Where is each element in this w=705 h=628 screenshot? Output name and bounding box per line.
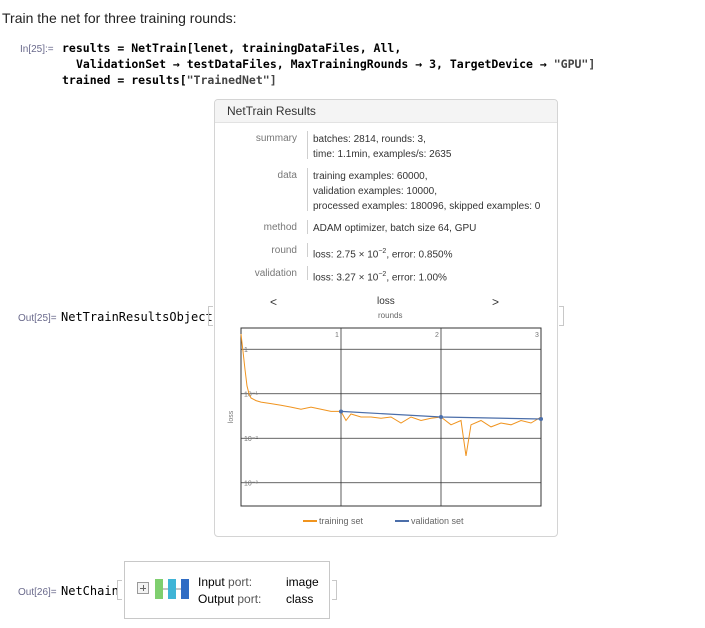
legend-label: training set <box>319 516 364 526</box>
code-line-2-string: "GPU"] <box>553 57 596 71</box>
y-tick-label: 1 <box>244 347 248 354</box>
output-port-value: class <box>286 592 314 606</box>
x-tick-label: 3 <box>535 332 539 339</box>
validation-point <box>339 409 343 414</box>
netchain-layers-icon <box>155 579 189 599</box>
expand-plus-icon[interactable] <box>137 582 149 594</box>
loss-chart: 110⁻¹10⁻²10⁻³1 2 3losstraining set validati… <box>228 327 543 526</box>
validation-error-text: , error: 1.00% <box>386 272 447 284</box>
round-error-text: , error: 0.850% <box>386 249 453 261</box>
panel-title: NetTrain Results <box>227 104 316 118</box>
row-value-validation: loss: 3.27 × 10−2, error: 1.00% <box>313 268 447 284</box>
code-line-3[interactable]: trained = results["TrainedNet"] <box>62 73 277 87</box>
input-port-suffix: port: <box>224 575 253 589</box>
nettrain-results-panel: NetTrain Results summary batches: 2814, … <box>214 99 558 537</box>
data-line-2: validation examples: 10000, <box>313 186 437 197</box>
output-bracket-left <box>208 306 213 326</box>
row-value-summary: batches: 2814, rounds: 3, time: 1.1min, … <box>313 133 451 161</box>
code-line-3-text: trained = results[ <box>62 73 187 87</box>
validation-point <box>539 417 543 422</box>
input-port-value: image <box>286 575 319 589</box>
row-label-method: method <box>263 222 297 233</box>
layer-block-icon <box>168 579 176 599</box>
output-head-26: NetChain <box>61 584 119 598</box>
netchain-bracket-left <box>117 580 122 600</box>
output-head-25: NetTrainResultsObject <box>61 310 213 324</box>
y-axis-label: loss <box>228 410 235 423</box>
output-bracket-right <box>559 306 564 326</box>
validation-point <box>439 415 443 419</box>
row-separator <box>307 266 308 280</box>
row-separator <box>307 131 308 159</box>
intro-text: Train the net for three training rounds: <box>2 10 237 26</box>
output-port-suffix: port: <box>234 592 262 606</box>
row-label-data: data <box>277 170 297 181</box>
summary-line-1: batches: 2814, rounds: 3, <box>313 134 426 145</box>
row-separator <box>307 220 308 234</box>
row-value-method: ADAM optimizer, batch size 64, GPU <box>313 223 477 234</box>
row-value-data: training examples: 60000, validation exa… <box>313 170 540 213</box>
row-separator <box>307 243 308 257</box>
row-label-round: round <box>271 245 297 256</box>
output-port-label: Output port: <box>198 592 261 606</box>
layer-block-icon <box>155 579 163 599</box>
code-line-1[interactable]: results = NetTrain[lenet, trainingDataFi… <box>62 41 401 55</box>
summary-line-2: time: 1.1min, examples/s: 2635 <box>313 149 452 160</box>
output-cell-label-25: Out[25]= <box>18 313 57 324</box>
code-line-2[interactable]: ValidationSet → testDataFiles, MaxTraini… <box>76 57 595 71</box>
x-tick-label: 2 <box>435 332 439 339</box>
legend-label: validation set <box>411 516 464 526</box>
input-port-key: Input <box>198 575 225 589</box>
row-label-validation: validation <box>254 268 297 279</box>
x-tick-label: 1 <box>335 332 339 339</box>
data-line-3: processed examples: 180096, skipped exam… <box>313 201 541 212</box>
validation-loss-text: loss: 3.27 × 10 <box>313 272 379 284</box>
chart-title: loss <box>377 296 395 307</box>
chart-prev-button[interactable]: < <box>270 295 277 309</box>
input-cell-label: In[25]:= <box>20 44 54 55</box>
input-port-label: Input port: <box>198 575 252 589</box>
y-tick-label: 10⁻³ <box>244 481 258 488</box>
row-value-round: loss: 2.75 × 10−2, error: 0.850% <box>313 245 452 261</box>
netchain-bracket-right <box>332 580 337 600</box>
netchain-summary-box[interactable]: Input port: image Output port: class <box>124 561 330 619</box>
output-port-key: Output <box>198 592 235 606</box>
data-line-1: training examples: 60000, <box>313 171 428 182</box>
chart-next-button[interactable]: > <box>492 295 499 309</box>
round-loss-text: loss: 2.75 × 10 <box>313 249 379 261</box>
panel-header: NetTrain Results <box>215 100 557 123</box>
row-label-summary: summary <box>255 133 297 144</box>
output-cell-label-26: Out[26]= <box>18 587 57 598</box>
code-line-3-string: "TrainedNet"] <box>186 73 277 87</box>
row-separator <box>307 168 308 211</box>
code-line-2-text: ValidationSet → testDataFiles, MaxTraini… <box>76 57 554 71</box>
y-tick-label: 10⁻² <box>244 436 258 443</box>
layer-block-icon <box>181 579 189 599</box>
